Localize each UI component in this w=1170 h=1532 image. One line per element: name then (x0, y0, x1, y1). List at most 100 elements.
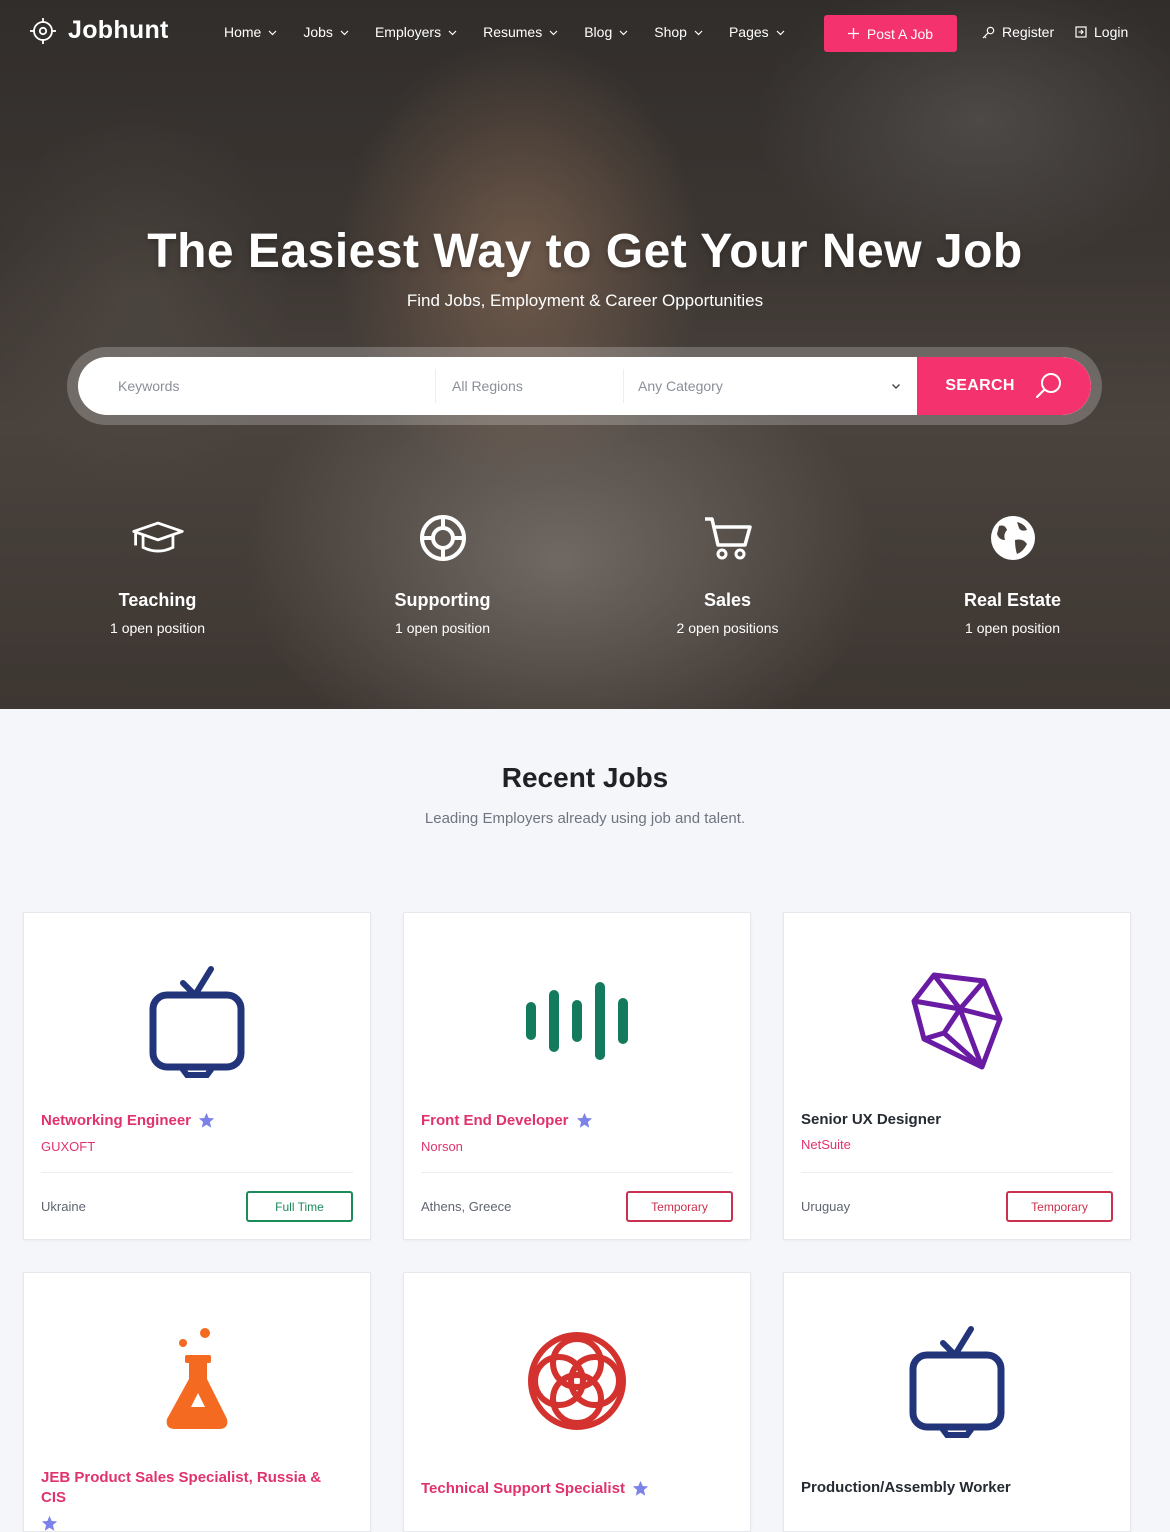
top-navbar: Jobhunt Home Jobs Employers Resumes Blog… (0, 0, 1170, 66)
card-divider (801, 1172, 1113, 1173)
job-card[interactable]: Technical Support Specialist (403, 1272, 751, 1532)
recent-jobs-title: Recent Jobs (501, 762, 669, 793)
keywords-input[interactable]: Keywords (78, 369, 436, 403)
job-title-text: JEB Product Sales Specialist, Russia & C… (41, 1469, 322, 1506)
search-button-label: SEARCH (945, 377, 1015, 394)
job-card[interactable]: Networking Engineer GUXOFT Ukraine Full … (23, 912, 371, 1240)
search-button[interactable]: SEARCH (917, 357, 1091, 415)
login-link[interactable]: Login (1075, 24, 1128, 40)
job-title[interactable]: Technical Support Specialist (421, 1480, 649, 1497)
hero-title: The Easiest Way to Get Your New Job (147, 225, 1023, 278)
chevron-down-icon (892, 384, 900, 389)
company-name[interactable]: Norson (421, 1139, 463, 1154)
login-label: Login (1094, 24, 1129, 40)
polyhedron-icon (784, 961, 1130, 1081)
menu-item-label: Blog (584, 24, 613, 40)
job-title[interactable]: Networking Engineer (41, 1112, 215, 1129)
sound-bars-icon (404, 961, 750, 1081)
key-icon (982, 26, 995, 38)
job-location: Ukraine (41, 1199, 86, 1214)
recent-jobs-subtitle: Leading Employers already using job and … (424, 810, 746, 827)
menu-item-home[interactable]: Home (224, 24, 277, 40)
category-select[interactable]: Any Category (624, 357, 917, 415)
job-location: Uruguay (801, 1199, 851, 1214)
job-location: Athens, Greece (421, 1199, 512, 1214)
search-icon (1035, 373, 1061, 399)
category-name: Supporting (394, 590, 491, 610)
job-title[interactable]: Front End Developer (421, 1112, 593, 1129)
menu-item-employers[interactable]: Employers (375, 24, 457, 40)
chevron-down-icon (268, 30, 277, 35)
cart-icon (700, 512, 756, 564)
job-type-badge[interactable]: Temporary (626, 1191, 733, 1222)
company-name[interactable]: GUXOFT (41, 1139, 95, 1154)
register-link[interactable]: Register (982, 24, 1054, 40)
chevron-down-icon (340, 30, 349, 35)
job-card[interactable]: Production/Assembly Worker (783, 1272, 1131, 1532)
search-form: Keywords All Regions Any Category SEARCH (67, 347, 1102, 425)
chevron-down-icon (694, 30, 703, 35)
category-name: Real Estate (963, 590, 1062, 610)
job-title-text: Networking Engineer (41, 1112, 192, 1129)
chevron-down-icon (619, 30, 628, 35)
category-name: Teaching (118, 590, 197, 610)
plus-icon (847, 28, 859, 39)
job-title-text: Technical Support Specialist (421, 1480, 625, 1497)
job-card[interactable]: JEB Product Sales Specialist, Russia & C… (23, 1272, 371, 1532)
category-name: Sales (703, 590, 752, 610)
regions-placeholder: All Regions (452, 378, 523, 394)
tv-icon (784, 1321, 1130, 1441)
company-name[interactable]: NetSuite (801, 1137, 851, 1152)
chevron-down-icon (448, 30, 457, 35)
job-title-text: Front End Developer (421, 1112, 569, 1129)
flask-icon (24, 1321, 370, 1441)
category-count: 2 open positions (676, 620, 779, 636)
tv-icon (24, 961, 370, 1081)
job-type-badge[interactable]: Temporary (1006, 1191, 1113, 1222)
featured-star-icon (41, 1515, 58, 1531)
brand-logo[interactable]: Jobhunt (30, 16, 169, 45)
card-divider (421, 1172, 733, 1173)
search-bar: Keywords All Regions Any Category SEARCH (78, 357, 1091, 415)
regions-input[interactable]: All Regions (436, 369, 624, 403)
chevron-down-icon (549, 30, 558, 35)
menu-item-label: Employers (374, 24, 442, 40)
menu-item-label: Home (224, 24, 262, 40)
brand-name: Jobhunt (68, 16, 169, 44)
job-card[interactable]: Senior UX Designer NetSuite Uruguay Temp… (783, 912, 1131, 1240)
main-menu: Home Jobs Employers Resumes Blog Shop Pa… (224, 24, 811, 40)
category-sales[interactable]: Sales 2 open positions (585, 512, 870, 636)
featured-star-icon (198, 1112, 215, 1128)
menu-item-label: Pages (728, 24, 769, 40)
category-value: Any Category (638, 378, 723, 394)
category-supporting[interactable]: Supporting 1 open position (300, 512, 585, 636)
menu-item-shop[interactable]: Shop (654, 24, 703, 40)
register-label: Register (1002, 24, 1055, 40)
menu-item-label: Resumes (483, 24, 543, 40)
menu-item-jobs[interactable]: Jobs (303, 24, 349, 40)
graduation-cap-icon (130, 512, 186, 564)
hero-section: Jobhunt Home Jobs Employers Resumes Blog… (0, 0, 1170, 709)
menu-item-blog[interactable]: Blog (584, 24, 628, 40)
job-title-text: Senior UX Designer (801, 1111, 942, 1128)
rings-icon (404, 1321, 750, 1441)
menu-item-label: Shop (654, 24, 687, 40)
crosshair-logo-icon (30, 17, 56, 44)
card-divider (41, 1172, 353, 1173)
job-title[interactable]: Senior UX Designer (801, 1111, 941, 1128)
post-job-label: Post A Job (866, 25, 934, 42)
menu-item-label: Jobs (303, 24, 333, 40)
category-count: 1 open position (110, 620, 205, 636)
menu-item-pages[interactable]: Pages (729, 24, 785, 40)
job-type-badge[interactable]: Full Time (246, 1191, 353, 1222)
menu-item-resumes[interactable]: Resumes (483, 24, 558, 40)
job-title[interactable]: Production/Assembly Worker (801, 1479, 1011, 1496)
category-count: 1 open position (395, 620, 490, 636)
job-title[interactable]: JEB Product Sales Specialist, Russia & C… (41, 1468, 341, 1532)
category-real-estate[interactable]: Real Estate 1 open position (870, 512, 1155, 636)
keywords-placeholder: Keywords (118, 378, 180, 394)
job-card[interactable]: Front End Developer Norson Athens, Greec… (403, 912, 751, 1240)
category-teaching[interactable]: Teaching 1 open position (15, 512, 300, 636)
post-job-button[interactable]: Post A Job (824, 15, 957, 52)
login-icon (1075, 26, 1087, 38)
